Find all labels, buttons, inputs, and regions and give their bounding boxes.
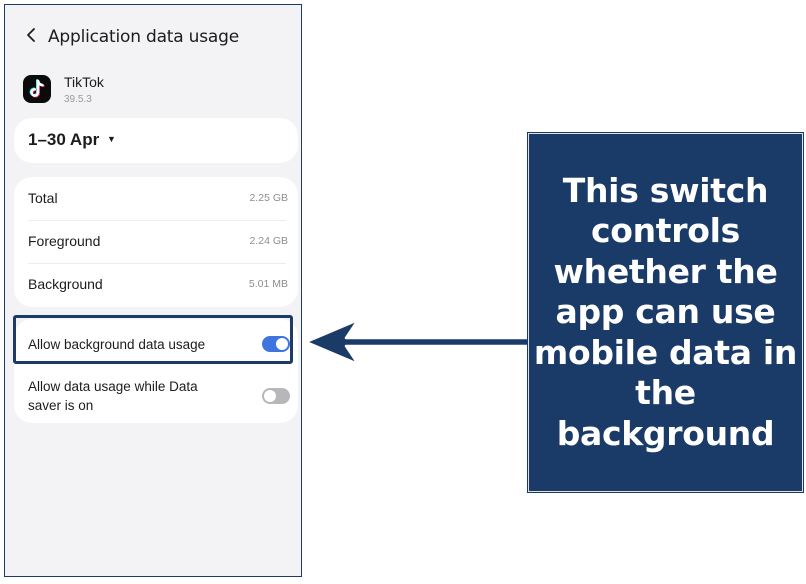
app-name: TikTok	[64, 74, 104, 90]
back-button[interactable]	[19, 23, 43, 51]
data-saver-setting[interactable]: Allow data usage while Data saver is on	[28, 375, 290, 415]
usage-value: 5.01 MB	[248, 278, 288, 290]
usage-row-total: Total 2.25 GB	[28, 177, 288, 219]
pointer-arrow	[304, 318, 532, 366]
usage-row-foreground: Foreground 2.24 GB	[28, 220, 288, 262]
phone-screen: Application data usage TikTok 39.5.3 1–3…	[4, 4, 302, 577]
data-saver-label: Allow data usage while Data saver is on	[28, 379, 198, 413]
callout-text: This switch controls whether the app can…	[533, 170, 798, 453]
usage-label: Foreground	[28, 233, 101, 249]
tiktok-logo-icon	[23, 75, 51, 103]
usage-label: Total	[28, 190, 58, 206]
usage-label: Background	[28, 276, 103, 292]
app-version: 39.5.3	[64, 94, 92, 105]
usage-summary-card: Total 2.25 GB Foreground 2.24 GB Backgro…	[14, 177, 298, 307]
usage-row-background: Background 5.01 MB	[28, 263, 288, 305]
usage-value: 2.24 GB	[249, 235, 288, 247]
page-title: Application data usage	[48, 27, 239, 47]
data-saver-toggle[interactable]	[262, 388, 290, 404]
period-label: 1–30 Apr	[28, 130, 100, 149]
app-header: Application data usage	[5, 21, 301, 55]
app-info: TikTok 39.5.3	[23, 71, 283, 111]
toggle-knob	[264, 390, 276, 402]
period-selector[interactable]: 1–30 Apr ▼	[14, 118, 298, 163]
annotation-callout: This switch controls whether the app can…	[528, 133, 803, 492]
usage-value: 2.25 GB	[249, 192, 288, 204]
chevron-left-icon	[25, 27, 37, 48]
highlight-box	[13, 315, 293, 364]
dropdown-caret-icon: ▼	[107, 134, 116, 144]
